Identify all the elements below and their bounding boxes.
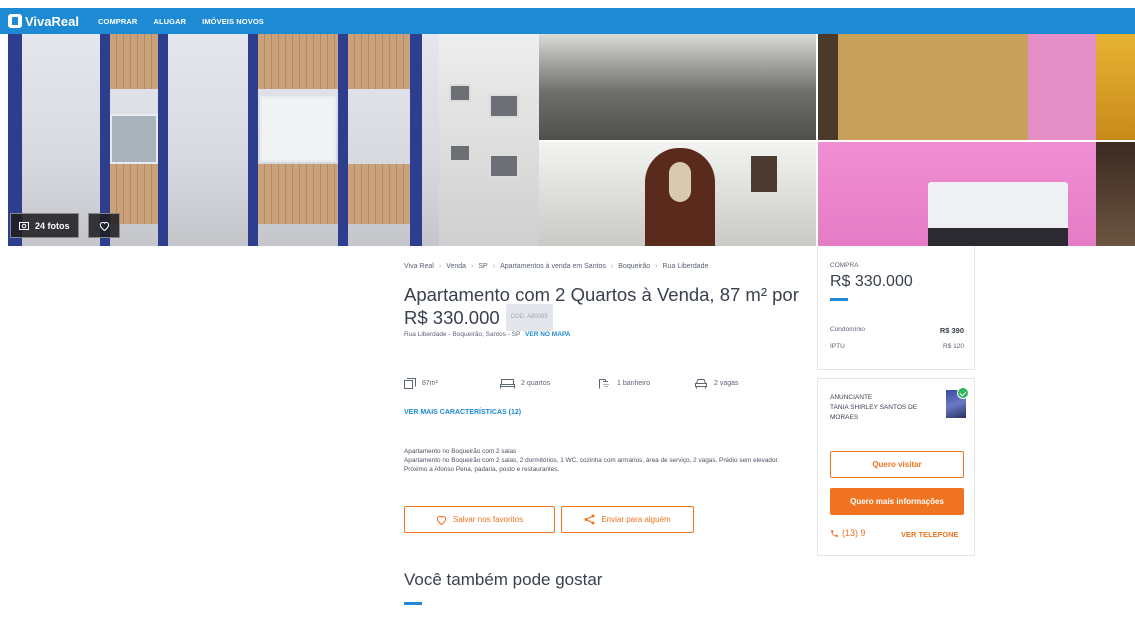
condo-fee-label: Condomínio: [830, 326, 866, 333]
advertiser-label: ANUNCIANTE: [830, 394, 873, 401]
photo-gallery[interactable]: 24 fotos: [8, 34, 1135, 246]
heart-icon: [99, 221, 109, 231]
gallery-photo-extra-1[interactable]: [1096, 34, 1135, 140]
advertiser-name[interactable]: TANIA SHIRLEY SANTOS DE MORAES: [830, 403, 930, 423]
listing-address: Rua Liberdade - Boqueirão, Santos - SP V…: [404, 331, 570, 338]
condo-fee-value: R$ 390: [939, 326, 964, 335]
area-icon: [404, 378, 416, 389]
iptu-label: IPTU: [830, 343, 845, 350]
breadcrumb: Viva Real › Venda › SP › Apartamentos à ven…: [404, 263, 708, 270]
top-navigation-bar: VivaReal COMPRAR ALUGAR IMÓVEIS NOVOS: [0, 8, 1135, 34]
nav-alugar[interactable]: ALUGAR: [153, 17, 186, 26]
breadcrumb-item[interactable]: Rua Liberdade: [663, 263, 709, 270]
advertiser-card: ANUNCIANTE TANIA SHIRLEY SANTOS DE MORAE…: [817, 378, 975, 556]
logo-text: VivaReal: [25, 13, 79, 29]
breadcrumb-item[interactable]: SP: [478, 263, 487, 270]
amenity-bathrooms: 1 banheiro: [598, 378, 650, 389]
gallery-photo-hallway[interactable]: [539, 142, 816, 246]
price-underline: [830, 298, 848, 301]
show-phone-link[interactable]: VER TELEFONE: [901, 530, 959, 539]
see-on-map-link[interactable]: VER NO MAPA: [525, 331, 570, 338]
condo-fee-row: Condomínio R$ 390: [830, 326, 964, 335]
photo-count-button[interactable]: 24 fotos: [10, 213, 79, 238]
listing-title: Apartamento com 2 Quartos à Venda, 87 m²…: [404, 283, 804, 332]
share-icon: [584, 514, 595, 525]
description-body: Apartamento no Boqueirão com 2 salas, 2 …: [404, 457, 780, 473]
listing-code-badge: COD. A80085: [505, 304, 553, 332]
shower-icon: [599, 379, 609, 389]
price-value: R$ 330.000: [830, 273, 913, 290]
breadcrumb-item[interactable]: Viva Real: [404, 263, 434, 270]
see-more-features-link[interactable]: VER MAIS CARACTERÍSTICAS (12): [404, 409, 521, 416]
verified-check-icon: [957, 387, 969, 399]
save-favorites-label: Salvar nos favoritos: [452, 515, 524, 524]
price-type-label: COMPRA: [830, 262, 859, 269]
iptu-value: R$ 120: [943, 343, 964, 350]
breadcrumb-item[interactable]: Boqueirão: [618, 263, 650, 270]
breadcrumb-separator: ›: [610, 263, 614, 270]
address-text: Rua Liberdade - Boqueirão, Santos - SP: [404, 331, 521, 338]
phone-number: (13) 9: [830, 528, 866, 538]
breadcrumb-separator: ›: [471, 263, 474, 270]
listing-title-text: Apartamento com 2 Quartos à Venda, 87 m²…: [404, 284, 799, 328]
breadcrumb-separator: ›: [438, 263, 442, 270]
amenity-area: 87m²: [404, 378, 438, 389]
photo-count-label: 24 fotos: [35, 220, 70, 231]
gallery-photo-wardrobe[interactable]: [818, 34, 1096, 140]
gallery-photo-patio[interactable]: [539, 34, 816, 140]
heart-icon: [436, 515, 446, 525]
price-card: COMPRA R$ 330.000 Condomínio R$ 390 IPTU…: [817, 246, 975, 370]
nav-imoveis-novos[interactable]: IMÓVEIS NOVOS: [202, 17, 264, 26]
related-listings-heading: Você também pode gostar: [404, 570, 603, 589]
amenity-parking: 2 vagas: [694, 378, 739, 389]
gallery-photo-bedroom[interactable]: [818, 142, 1096, 246]
main-nav: COMPRAR ALUGAR IMÓVEIS NOVOS: [98, 17, 280, 26]
send-to-someone-label: Enviar para alguém: [601, 515, 671, 524]
breadcrumb-item[interactable]: Venda: [446, 263, 466, 270]
amenity-label: 1 banheiro: [617, 380, 651, 387]
amenity-label: 87m²: [422, 380, 438, 387]
save-favorites-button[interactable]: Salvar nos favoritos: [404, 506, 555, 533]
amenity-bedrooms: 2 quartos: [500, 378, 550, 389]
logo-icon: [8, 14, 22, 28]
heading-underline: [404, 602, 422, 605]
amenity-label: 2 vagas: [714, 380, 739, 387]
advertiser-info: ANUNCIANTE TANIA SHIRLEY SANTOS DE MORAE…: [830, 393, 930, 423]
nav-comprar[interactable]: COMPRAR: [98, 17, 137, 26]
listing-description: Apartamento no Boqueirão com 2 salas Apa…: [404, 447, 784, 474]
amenity-label: 2 quartos: [521, 380, 551, 387]
send-to-someone-button[interactable]: Enviar para alguém: [561, 506, 694, 533]
gallery-photo-extra-2[interactable]: [1096, 142, 1135, 246]
breadcrumb-item[interactable]: Apartamentos à venda em Santos: [500, 263, 606, 270]
vivareal-logo[interactable]: VivaReal: [8, 14, 90, 29]
request-info-button[interactable]: Quero mais informações: [830, 488, 964, 515]
phone-icon: [831, 529, 838, 537]
iptu-row: IPTU R$ 120: [830, 343, 964, 350]
favorite-button[interactable]: [88, 213, 120, 238]
description-heading: Apartamento no Boqueirão com 2 salas: [404, 448, 517, 455]
breadcrumb-separator: ›: [492, 263, 496, 270]
bed-icon: [500, 379, 515, 389]
phone-number-partial: (13) 9: [842, 528, 866, 538]
camera-icon: [19, 222, 29, 230]
breadcrumb-separator: ›: [655, 263, 658, 270]
car-icon: [695, 379, 707, 389]
schedule-visit-button[interactable]: Quero visitar: [830, 451, 964, 478]
